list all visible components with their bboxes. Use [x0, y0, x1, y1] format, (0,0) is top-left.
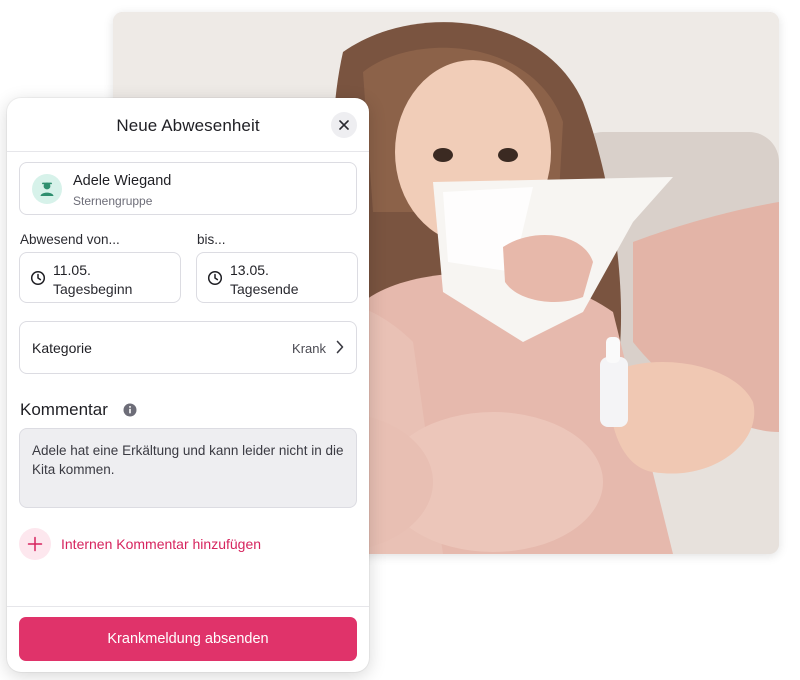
comment-textarea[interactable]: Adele hat eine Erkältung und kann leider…	[19, 428, 357, 508]
end-date-value: 13.05.	[230, 262, 269, 278]
category-value: Krank	[292, 341, 326, 356]
avatar	[32, 174, 62, 204]
child-selector[interactable]: Adele Wiegand Sternengruppe	[19, 162, 357, 215]
child-avatar-icon	[40, 182, 54, 196]
child-name: Adele Wiegand	[73, 173, 172, 189]
category-selector[interactable]: Kategorie Krank	[19, 321, 357, 374]
child-group: Sternengruppe	[73, 194, 153, 208]
plus-icon	[27, 536, 43, 552]
absence-dialog: Neue Abwesenheit Adele Wiegand Sternengr…	[7, 98, 369, 672]
category-label: Kategorie	[32, 340, 92, 356]
end-date-field[interactable]: 13.05. Tagesende	[196, 252, 358, 303]
footer-divider	[7, 606, 369, 607]
dialog-title: Neue Abwesenheit	[116, 116, 260, 135]
info-icon[interactable]	[123, 403, 137, 417]
add-internal-comment-button[interactable]: Internen Kommentar hinzufügen	[19, 528, 261, 560]
start-date-value: 11.05.	[53, 262, 91, 278]
chevron-right-icon	[336, 340, 344, 354]
submit-sick-note-button[interactable]: Krankmeldung absenden	[19, 617, 357, 661]
dialog-header: Neue Abwesenheit	[7, 98, 369, 152]
clock-icon	[207, 270, 223, 286]
absent-to-label: bis...	[197, 232, 226, 247]
close-icon	[339, 120, 349, 130]
start-date-field[interactable]: 11.05. Tagesbeginn	[19, 252, 181, 303]
absent-from-label: Abwesend von...	[20, 232, 120, 247]
comment-heading: Kommentar	[20, 400, 108, 419]
add-internal-comment-label: Internen Kommentar hinzufügen	[61, 536, 262, 552]
close-button[interactable]	[331, 112, 357, 138]
end-date-sub: Tagesende	[230, 281, 299, 297]
clock-icon	[30, 270, 46, 286]
plus-icon-wrap	[19, 528, 51, 560]
start-date-sub: Tagesbeginn	[53, 281, 133, 297]
